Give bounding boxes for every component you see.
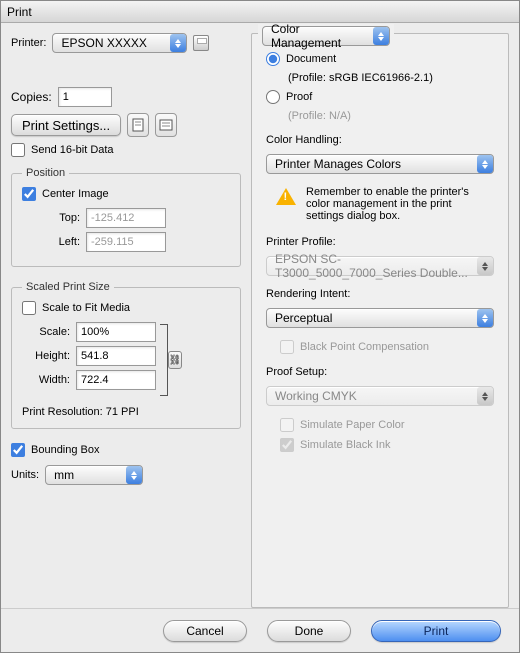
done-button[interactable]: Done <box>267 620 351 642</box>
send-16bit-checkbox[interactable]: Send 16-bit Data <box>11 143 241 157</box>
right-panel: Color Management Document (Profile: sRGB… <box>251 33 509 608</box>
titlebar: Print <box>1 1 519 23</box>
scale-label: Scale: <box>28 326 70 338</box>
scaled-print-size-legend: Scaled Print Size <box>22 281 114 293</box>
color-handling-value: Printer Manages Colors <box>275 157 471 171</box>
warning-icon <box>276 188 296 205</box>
proof-radio-label: Proof <box>286 91 312 103</box>
color-handling-label: Color Handling: <box>266 134 494 146</box>
simulate-black-label: Simulate Black Ink <box>300 439 390 451</box>
footer: Cancel Done Print <box>1 608 519 652</box>
proof-radio-input[interactable] <box>266 90 280 104</box>
printer-profile-label: Printer Profile: <box>266 236 494 248</box>
window-title: Print <box>7 5 32 19</box>
center-image-checkbox[interactable]: Center Image <box>22 187 109 201</box>
position-top-input <box>86 208 166 228</box>
right-inner: Document (Profile: sRGB IEC61966-2.1) Pr… <box>252 52 508 466</box>
simulate-paper-label: Simulate Paper Color <box>300 419 405 431</box>
section-select[interactable]: Color Management <box>262 26 390 46</box>
position-top-label: Top: <box>38 212 80 224</box>
print-dialog: Print Printer: EPSON XXXXX Copies: Print… <box>0 0 520 653</box>
printer-profile-value: EPSON SC-T3000_5000_7000_Series Double..… <box>275 252 471 280</box>
height-label: Height: <box>28 350 70 362</box>
black-point-input <box>280 340 294 354</box>
bounding-box-input[interactable] <box>11 443 25 457</box>
black-point-checkbox: Black Point Compensation <box>280 340 494 354</box>
position-left-label: Left: <box>38 236 80 248</box>
reminder-text: Remember to enable the printer's color m… <box>306 186 490 222</box>
chevron-updown-icon <box>170 34 186 52</box>
chevron-updown-icon <box>477 155 493 173</box>
print-settings-row: Print Settings... <box>11 113 241 137</box>
document-radio[interactable]: Document <box>266 52 494 66</box>
printer-row: Printer: EPSON XXXXX <box>11 33 241 53</box>
position-legend: Position <box>22 167 69 179</box>
scale-input[interactable] <box>76 322 156 342</box>
position-left-input <box>86 232 166 252</box>
bracket-icon <box>160 324 168 396</box>
printer-select-value: EPSON XXXXX <box>61 36 164 50</box>
chevron-updown-icon <box>477 309 493 327</box>
simulate-black-checkbox: Simulate Black Ink <box>280 438 494 452</box>
printer-label: Printer: <box>11 37 46 49</box>
chevron-updown-icon <box>477 387 493 405</box>
link-aspect-icon[interactable]: ⛓ <box>168 351 182 369</box>
units-value: mm <box>54 468 120 482</box>
center-image-input[interactable] <box>22 187 36 201</box>
printer-icon[interactable] <box>193 35 209 51</box>
content-area: Printer: EPSON XXXXX Copies: Print Setti… <box>1 23 519 608</box>
rendering-intent-label: Rendering Intent: <box>266 288 494 300</box>
units-row: Units: mm <box>11 465 241 485</box>
simulate-paper-checkbox: Simulate Paper Color <box>280 418 494 432</box>
width-input[interactable] <box>76 370 156 390</box>
print-settings-button[interactable]: Print Settings... <box>11 114 121 136</box>
center-image-label: Center Image <box>42 188 109 200</box>
chevron-updown-icon <box>373 27 389 45</box>
document-radio-label: Document <box>286 53 336 65</box>
units-select[interactable]: mm <box>45 465 143 485</box>
copies-label: Copies: <box>11 90 52 104</box>
scale-to-fit-checkbox[interactable]: Scale to Fit Media <box>22 301 130 315</box>
document-profile-text: (Profile: sRGB IEC61966-2.1) <box>288 72 494 84</box>
simulate-paper-input <box>280 418 294 432</box>
copies-row: Copies: <box>11 87 241 107</box>
rendering-intent-select[interactable]: Perceptual <box>266 308 494 328</box>
print-resolution-text: Print Resolution: 71 PPI <box>22 406 230 418</box>
print-button[interactable]: Print <box>371 620 501 642</box>
left-column: Printer: EPSON XXXXX Copies: Print Setti… <box>11 33 241 608</box>
height-input[interactable] <box>76 346 156 366</box>
simulate-black-input <box>280 438 294 452</box>
printer-profile-select: EPSON SC-T3000_5000_7000_Series Double..… <box>266 256 494 276</box>
proof-setup-value: Working CMYK <box>275 389 471 403</box>
document-radio-input[interactable] <box>266 52 280 66</box>
page-setup-portrait-icon[interactable] <box>127 113 149 137</box>
bounding-box-checkbox[interactable]: Bounding Box <box>11 443 241 457</box>
proof-radio[interactable]: Proof <box>266 90 494 104</box>
bounding-box-label: Bounding Box <box>31 444 100 456</box>
page-setup-landscape-icon[interactable] <box>155 113 177 137</box>
width-label: Width: <box>28 374 70 386</box>
chevron-updown-icon <box>126 466 142 484</box>
copies-input[interactable] <box>58 87 112 107</box>
send-16bit-input[interactable] <box>11 143 25 157</box>
black-point-label: Black Point Compensation <box>300 341 429 353</box>
color-handling-select[interactable]: Printer Manages Colors <box>266 154 494 174</box>
position-fieldset: Position Center Image Top: Left: <box>11 167 241 267</box>
send-16bit-label: Send 16-bit Data <box>31 144 114 156</box>
rendering-intent-value: Perceptual <box>275 311 471 325</box>
chevron-updown-icon <box>477 257 493 275</box>
scale-to-fit-input[interactable] <box>22 301 36 315</box>
units-label: Units: <box>11 469 39 481</box>
proof-profile-text: (Profile: N/A) <box>288 110 494 122</box>
printer-select[interactable]: EPSON XXXXX <box>52 33 187 53</box>
section-select-value: Color Management <box>271 22 367 50</box>
cancel-button[interactable]: Cancel <box>163 620 247 642</box>
proof-setup-select: Working CMYK <box>266 386 494 406</box>
scale-to-fit-label: Scale to Fit Media <box>42 302 130 314</box>
scaled-print-size-fieldset: Scaled Print Size Scale to Fit Media Sca… <box>11 281 241 429</box>
proof-setup-label: Proof Setup: <box>266 366 494 378</box>
